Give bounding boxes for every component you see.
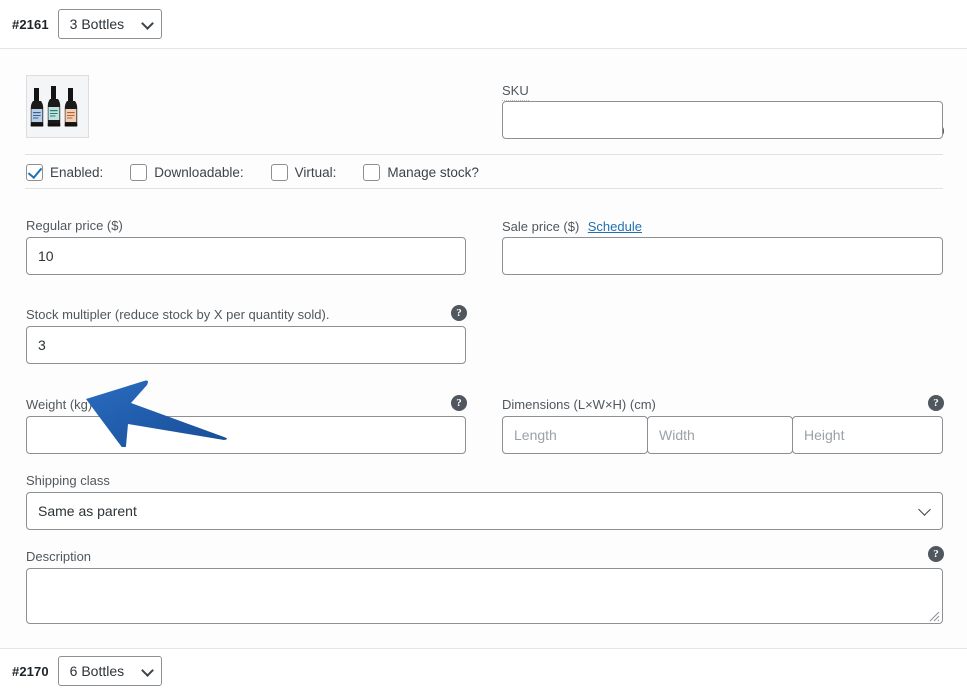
variation-attribute-select-2161[interactable]: 3 Bottles (57, 9, 162, 39)
variation-flags-row: Enabled: Downloadable: Virtual: Manage s… (26, 162, 506, 182)
divider-below-checkboxes (25, 188, 943, 189)
dimension-width-input[interactable] (647, 416, 793, 454)
variation-id-2170: #2170 (12, 663, 49, 679)
variation-header-2170: #2170 6 Bottles (0, 655, 967, 687)
checkbox-enabled[interactable] (26, 163, 43, 181)
sale-price-label: Sale price ($) (502, 219, 580, 234)
checkbox-item-manage-stock[interactable]: Manage stock? (363, 163, 479, 181)
regular-price-input[interactable] (26, 237, 466, 275)
checkbox-downloadable[interactable] (130, 163, 148, 181)
stock-multiplier-input[interactable] (26, 326, 466, 364)
checkbox-downloadable-label: Downloadable: (154, 164, 244, 180)
sale-price-label-wrap: Sale price ($) Schedule (502, 218, 642, 236)
checkbox-enabled-label: Enabled: (50, 164, 104, 180)
sku-label[interactable]: SKU (502, 83, 529, 101)
description-help-icon[interactable]: ? (928, 546, 944, 562)
dimensions-label: Dimensions (L×W×H) (cm) (502, 397, 656, 412)
shipping-class-label: Shipping class (26, 473, 110, 488)
weight-help-icon[interactable]: ? (451, 395, 467, 411)
sku-label-wrap: SKU (502, 82, 529, 101)
dimensions-help-icon[interactable]: ? (928, 395, 944, 411)
sale-price-input[interactable] (502, 237, 943, 275)
chevron-down-icon (140, 17, 154, 30)
chevron-down-icon (918, 503, 931, 516)
chevron-down-icon (140, 664, 154, 677)
description-label: Description (26, 549, 92, 564)
variation-attribute-select-2170-value: 6 Bottles (69, 663, 125, 679)
sale-price-schedule-link[interactable]: Schedule (588, 219, 642, 234)
checkbox-item-virtual[interactable]: Virtual: (270, 163, 337, 181)
three-wine-bottles-icon (27, 76, 88, 137)
checkbox-virtual-label: Virtual: (294, 164, 337, 180)
dimension-height-input[interactable] (792, 416, 943, 454)
variation-attribute-select-2161-value: 3 Bottles (69, 16, 125, 32)
weight-label: Weight (kg) (26, 397, 93, 412)
divider-bottom (0, 648, 967, 649)
checkbox-virtual[interactable] (270, 163, 288, 181)
description-textarea[interactable] (26, 568, 943, 624)
variation-header-2161: #2161 3 Bottles (0, 8, 967, 40)
variation-detail-panel: SKU ? Enabled: Downloadable: Virtual: Ma… (0, 49, 967, 648)
stock-multiplier-label: Stock multipler (reduce stock by X per q… (26, 307, 330, 322)
checkbox-item-enabled[interactable]: Enabled: (26, 163, 104, 181)
checkbox-item-downloadable[interactable]: Downloadable: (130, 163, 244, 181)
stock-multiplier-help-icon[interactable]: ? (451, 305, 467, 321)
dimension-length-input[interactable] (502, 416, 648, 454)
checkbox-manage-stock-label: Manage stock? (387, 164, 479, 180)
variation-id-2161: #2161 (12, 16, 49, 32)
divider-above-checkboxes (25, 154, 943, 155)
variation-attribute-select-2170[interactable]: 6 Bottles (57, 656, 162, 686)
product-thumbnail[interactable] (26, 75, 89, 138)
weight-input[interactable] (26, 416, 466, 454)
shipping-class-select-value: Same as parent (38, 503, 137, 519)
sku-input[interactable] (502, 101, 943, 139)
checkbox-manage-stock[interactable] (363, 163, 381, 181)
regular-price-label: Regular price ($) (26, 218, 123, 233)
variations-panel-screen: #2161 3 Bottles SKU Enabled: Downloadabl… (0, 0, 967, 694)
shipping-class-select[interactable]: Same as parent (26, 492, 943, 530)
